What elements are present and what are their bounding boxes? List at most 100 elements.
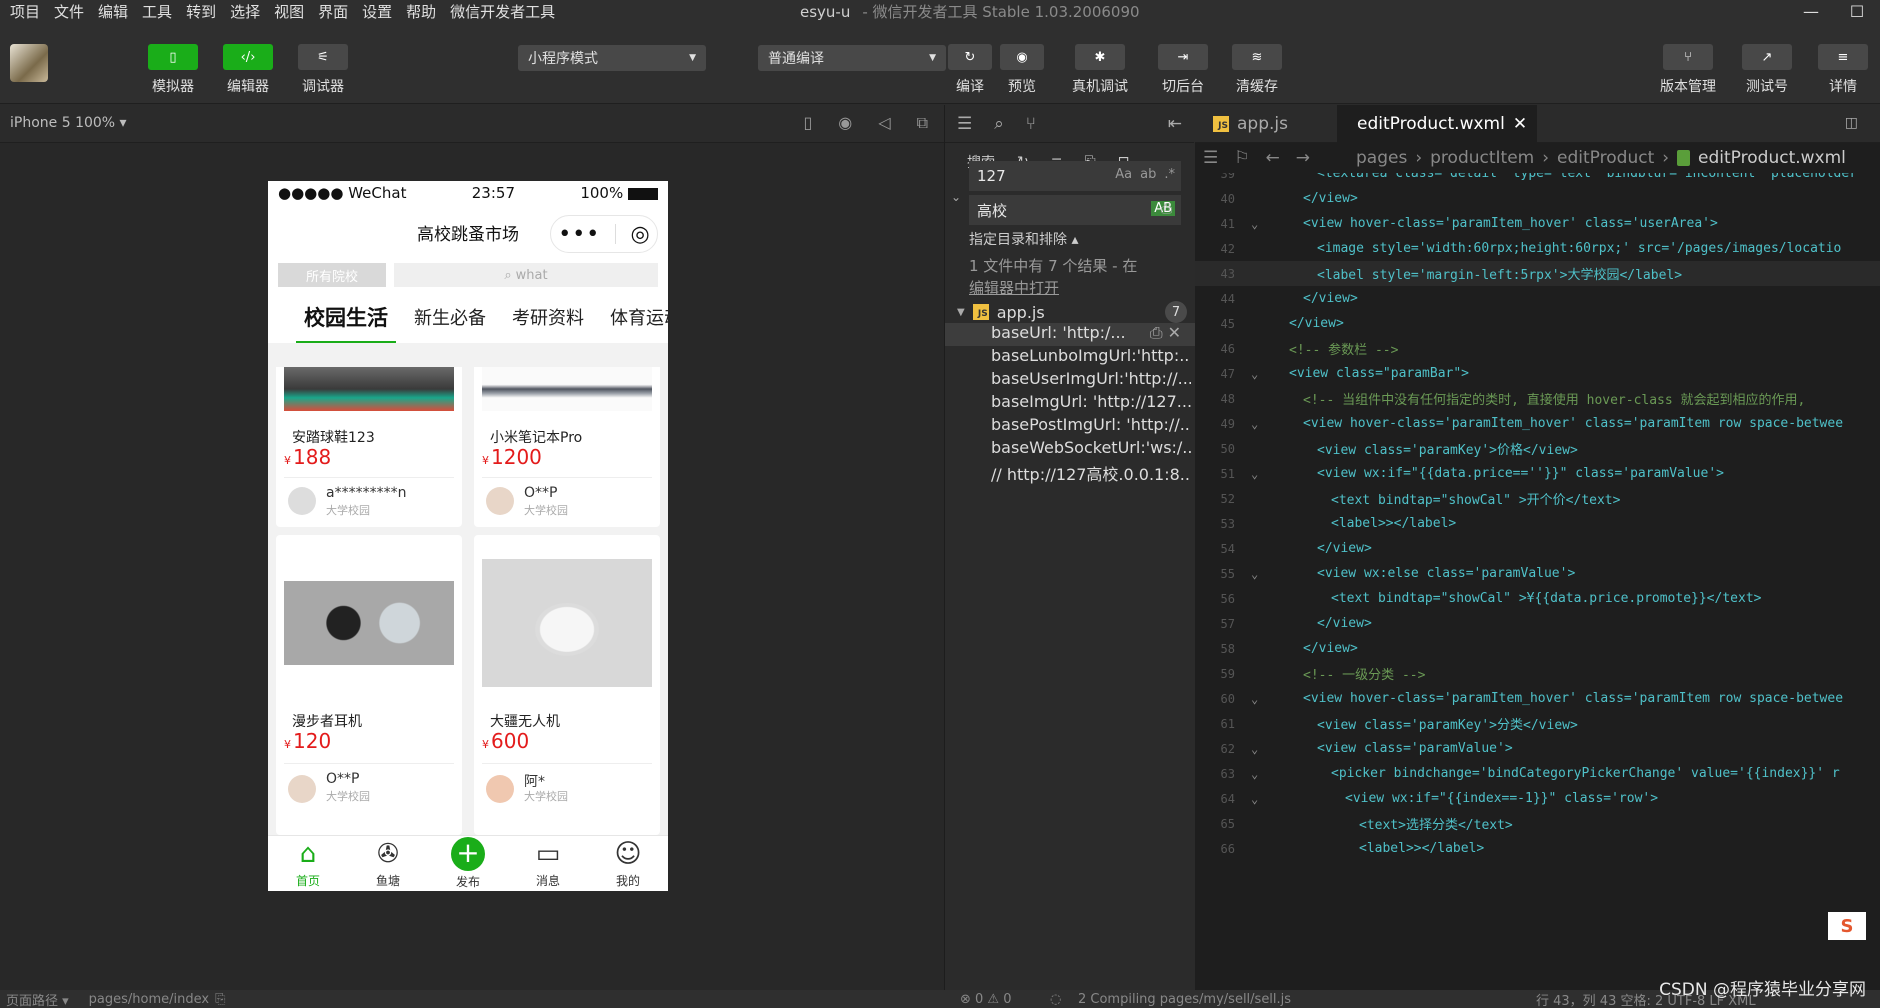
list-icon[interactable]: ☰: [957, 114, 972, 134]
code-line[interactable]: 58 </view>: [1195, 636, 1880, 661]
search-field[interactable]: 127 Aa ab .*: [969, 161, 1181, 191]
code-line[interactable]: 40 </view>: [1195, 186, 1880, 211]
menu-help[interactable]: 帮助: [406, 1, 436, 22]
menu-select[interactable]: 选择: [230, 1, 260, 22]
close-target-icon[interactable]: ◎: [630, 222, 649, 247]
tab-app-js[interactable]: JS app.js: [1201, 105, 1331, 143]
fold-chevron-icon[interactable]: ⌄: [1251, 767, 1275, 781]
search-match[interactable]: baseUserImgUrl:'http://...: [991, 369, 1191, 388]
tabbar-profile[interactable]: ☺ 我的: [598, 838, 658, 889]
fold-chevron-icon[interactable]: ⌄: [1251, 217, 1275, 231]
tab-sports[interactable]: 体育运动: [610, 304, 668, 330]
tab-exam[interactable]: 考研资料: [512, 304, 584, 330]
code-line[interactable]: 41 ⌄ <view hover-class='paramItem_hover' c…: [1195, 211, 1880, 236]
split-editor-icon[interactable]: ◫: [1845, 115, 1858, 131]
include-exclude-toggle[interactable]: 指定目录和排除 ▴: [969, 229, 1078, 249]
crumb-item[interactable]: editProduct: [1557, 148, 1654, 168]
tabbar-messages[interactable]: ▭ 消息: [518, 838, 578, 889]
more-icon[interactable]: •••: [558, 222, 600, 247]
code-line[interactable]: 66 <label>></label>: [1195, 836, 1880, 861]
all-school-button[interactable]: 所有院校: [278, 263, 386, 287]
code-line[interactable]: 64 ⌄ <view wx:if="{{index==-1}}" class='ro…: [1195, 786, 1880, 811]
code-line[interactable]: 61 <view class='paramKey'>分类</view>: [1195, 711, 1880, 736]
chevron-down-icon[interactable]: ⌄: [951, 190, 961, 204]
search-match[interactable]: baseLunboImgUrl:'http:...: [991, 346, 1191, 365]
menu-project[interactable]: 项目: [10, 1, 40, 22]
sogou-ime-icon[interactable]: S: [1828, 912, 1866, 940]
test-account-button[interactable]: ↗ 测试号: [1742, 44, 1792, 96]
mode-select[interactable]: 小程序模式 ▼: [518, 45, 706, 71]
code-editor[interactable]: 39 <textarea class='detail' type='text' b…: [1195, 173, 1880, 990]
fold-chevron-icon[interactable]: ⌄: [1251, 417, 1275, 431]
fold-chevron-icon[interactable]: ⌄: [1251, 467, 1275, 481]
preview-button[interactable]: ◉ 预览: [1000, 44, 1044, 96]
code-line[interactable]: 48 <!-- 当组件中没有任何指定的类时, 直接使用 hover-class 就…: [1195, 386, 1880, 411]
search-input[interactable]: ⌕ what: [394, 263, 658, 287]
code-line[interactable]: 46 <!-- 参数栏 -->: [1195, 336, 1880, 361]
menu-settings[interactable]: 设置: [362, 1, 392, 22]
tab-edit-product-wxml[interactable]: editProduct.wxml ✕: [1337, 105, 1537, 143]
tabbar-publish[interactable]: + 发布: [438, 837, 498, 890]
match-case-icon[interactable]: Aa: [1115, 167, 1132, 182]
crumb-item[interactable]: editProduct.wxml: [1698, 148, 1846, 168]
code-line[interactable]: 59 <!-- 一级分类 -->: [1195, 661, 1880, 686]
fold-chevron-icon[interactable]: ⌄: [1251, 567, 1275, 581]
popout-icon[interactable]: ⧉: [917, 113, 928, 133]
maximize-icon[interactable]: ☐: [1834, 0, 1880, 22]
fold-chevron-icon[interactable]: ⌄: [1251, 367, 1275, 381]
code-line[interactable]: 57 </view>: [1195, 611, 1880, 636]
details-button[interactable]: ≡ 详情: [1818, 44, 1868, 96]
product-card[interactable]: 漫步者耳机 ¥120 O**P 大学校园: [276, 535, 462, 835]
user-avatar[interactable]: [10, 44, 48, 82]
code-line[interactable]: 47 ⌄ <view class="paramBar">: [1195, 361, 1880, 386]
code-line[interactable]: 51 ⌄ <view wx:if="{{data.price==''}}" clas…: [1195, 461, 1880, 486]
code-line[interactable]: 62 ⌄ <view class='paramValue'>: [1195, 736, 1880, 761]
minimize-icon[interactable]: —: [1788, 0, 1834, 22]
code-line[interactable]: 60 ⌄ <view hover-class='paramItem_hover' c…: [1195, 686, 1880, 711]
outline-icon[interactable]: ☰: [1203, 148, 1218, 168]
branch-icon[interactable]: ⑂: [1026, 114, 1036, 134]
clear-cache-button[interactable]: ≋ 清缓存: [1232, 44, 1282, 96]
search-match[interactable]: baseImgUrl: 'http://127...: [991, 392, 1191, 411]
version-button[interactable]: ⑂ 版本管理: [1660, 44, 1716, 96]
background-button[interactable]: ⇥ 切后台: [1158, 44, 1208, 96]
code-line[interactable]: 65 <text>选择分类</text>: [1195, 811, 1880, 836]
collapse-icon[interactable]: ⇤: [1168, 114, 1182, 134]
search-match[interactable]: basePostImgUrl: 'http://...: [991, 415, 1191, 434]
fold-chevron-icon[interactable]: ⌄: [1251, 742, 1275, 756]
close-icon[interactable]: ⎙ ✕: [1150, 323, 1181, 343]
sound-icon[interactable]: ◁: [878, 113, 890, 133]
compile-button[interactable]: ↻ 编译: [948, 44, 992, 96]
simulator-button[interactable]: ▯ 模拟器: [148, 44, 198, 96]
search-match[interactable]: // http://127高校.0.0.1:8...: [991, 461, 1191, 485]
phone-outline-icon[interactable]: ▯: [803, 113, 812, 133]
code-line[interactable]: 53 <label>></label>: [1195, 511, 1880, 536]
search-match[interactable]: baseUrl: 'http:/... ⎙ ✕: [945, 323, 1195, 346]
menu-edit[interactable]: 编辑: [98, 1, 128, 22]
menu-goto[interactable]: 转到: [186, 1, 216, 22]
open-in-editor-link[interactable]: 编辑器中打开: [969, 279, 1059, 297]
search-match[interactable]: baseWebSocketUrl:'ws:/...: [991, 438, 1191, 457]
compile-mode-select[interactable]: 普通编译 ▼: [758, 45, 946, 71]
device-select[interactable]: iPhone 5 100% ▾: [10, 115, 127, 131]
code-line[interactable]: 44 </view>: [1195, 286, 1880, 311]
code-line[interactable]: 55 ⌄ <view wx:else class='paramValue'>: [1195, 561, 1880, 586]
regex-icon[interactable]: .*: [1164, 167, 1175, 182]
forward-icon[interactable]: →: [1296, 148, 1310, 168]
code-line[interactable]: 56 <text bindtap="showCal" >¥{{data.price…: [1195, 586, 1880, 611]
search-icon[interactable]: ⌕: [994, 114, 1004, 134]
copy-icon[interactable]: ⎘: [215, 992, 225, 1007]
real-debug-button[interactable]: ✱ 真机调试: [1072, 44, 1128, 96]
tab-campus-life[interactable]: 校园生活: [296, 302, 396, 343]
menu-view[interactable]: 视图: [274, 1, 304, 22]
record-icon[interactable]: ◉: [838, 113, 852, 133]
code-line[interactable]: 42 <image style='width:60rpx;height:60rpx…: [1195, 236, 1880, 261]
tab-freshman[interactable]: 新生必备: [414, 304, 486, 330]
code-line[interactable]: 45 </view>: [1195, 311, 1880, 336]
replace-field[interactable]: 高校 AB: [969, 195, 1181, 225]
code-line[interactable]: 63 ⌄ <picker bindchange='bindCategoryPicke…: [1195, 761, 1880, 786]
code-line[interactable]: 52 <text bindtap="showCal" >开个价</text>: [1195, 486, 1880, 511]
close-icon[interactable]: ✕: [1513, 114, 1527, 134]
result-file[interactable]: ▼ JS app.js 7: [957, 301, 1187, 323]
fold-chevron-icon[interactable]: ⌄: [1251, 692, 1275, 706]
